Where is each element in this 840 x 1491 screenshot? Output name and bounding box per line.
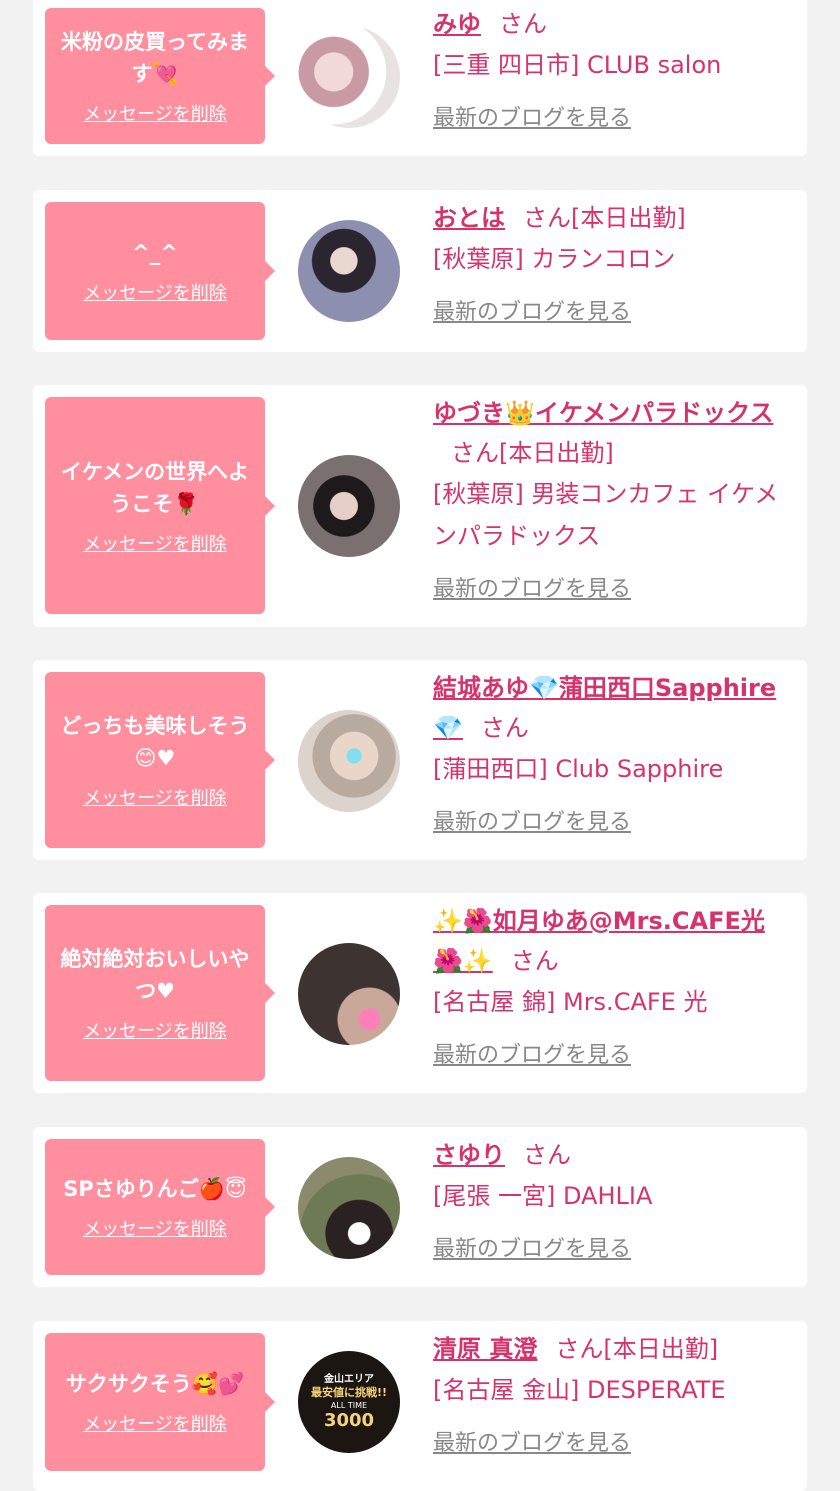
shop-label: [名古屋 錦] Mrs.CAFE 光 [433, 988, 708, 1016]
favorites-list: 米粉の皮買ってみます💘 メッセージを削除 みゆ さん [三重 四日市] CLUB … [0, 0, 840, 1491]
blog-link[interactable]: 最新のブログを見る [433, 1037, 631, 1069]
message-text: イケメンの世界へようこそ🌹 [60, 459, 250, 516]
shop-label: [秋葉原] 男装コンカフェ イケメンパラドックス [433, 480, 779, 550]
avatar[interactable] [298, 26, 400, 128]
honorific: さん [480, 714, 529, 742]
blog-link[interactable]: 最新のブログを見る [433, 1231, 631, 1263]
delete-message-link[interactable]: メッセージを削除 [83, 784, 227, 810]
message-text: 米粉の皮買ってみます💘 [61, 30, 249, 86]
avatar-banner-line: 金山エリア [324, 1374, 374, 1385]
list-item: 米粉の皮買ってみます💘 メッセージを削除 みゆ さん [三重 四日市] CLUB … [33, 0, 807, 156]
avatar[interactable] [298, 943, 400, 1045]
blog-link[interactable]: 最新のブログを見る [433, 804, 631, 836]
list-item: サクサクそう🥰💕 メッセージを削除 金山エリア 最安値に挑戦!! ALL TIM… [33, 1321, 807, 1491]
cast-name-link[interactable]: 清原 真澄 [433, 1335, 537, 1363]
status-badge: [本日出勤] [603, 1335, 719, 1363]
cast-info: 清原 真澄 さん[本日出勤] [名古屋 金山] DESPERATE 最新のブログを… [433, 1329, 789, 1457]
list-item: SPさゆりんご🍎😇 メッセージを削除 さゆり さん [尾張 一宮] DAHLIA … [33, 1127, 807, 1287]
shop-label: [尾張 一宮] DAHLIA [433, 1182, 653, 1210]
list-item: どっちも美味しそう😊♥ メッセージを削除 結城あゆ💎蒲田西口Sapphire💎 さ… [33, 660, 807, 860]
cast-name-link[interactable]: ゆづき👑イケメンパラドックス [433, 399, 773, 427]
message-text: SPさゆりんご🍎😇 [63, 1177, 247, 1201]
honorific: さん [523, 204, 571, 232]
list-item: イケメンの世界へようこそ🌹 メッセージを削除 ゆづき👑イケメンパラドックスさん[… [33, 385, 807, 627]
cast-name-link[interactable]: ✨🌺如月ゆあ@Mrs.CAFE光🌺✨ [433, 907, 765, 975]
delete-message-link[interactable]: メッセージを削除 [83, 530, 227, 556]
blog-link[interactable]: 最新のブログを見る [433, 100, 631, 132]
blog-link[interactable]: 最新のブログを見る [433, 294, 631, 326]
cast-info: 結城あゆ💎蒲田西口Sapphire💎 さん [蒲田西口] Club Sapphir… [433, 668, 789, 836]
message-text: どっちも美味しそう😊♥ [60, 714, 250, 770]
message-bubble: どっちも美味しそう😊♥ メッセージを削除 [45, 672, 275, 848]
shop-label: [秋葉原] カランコロン [433, 245, 676, 273]
avatar[interactable] [298, 220, 400, 322]
shop-label: [蒲田西口] Club Sapphire [433, 755, 724, 783]
delete-message-link[interactable]: メッセージを削除 [83, 1215, 227, 1241]
honorific: さん [523, 1141, 571, 1169]
message-bubble: イケメンの世界へようこそ🌹 メッセージを削除 [45, 397, 275, 614]
message-bubble: 絶対絶対おいしいやつ♥ メッセージを削除 [45, 905, 275, 1081]
avatar[interactable] [298, 1157, 400, 1259]
cast-name-link[interactable]: さゆり [433, 1141, 505, 1169]
list-item: ^_^ メッセージを削除 おとは さん[本日出勤] [秋葉原] カランコロン 最新… [33, 190, 807, 352]
honorific: さん [510, 947, 559, 975]
delete-message-link[interactable]: メッセージを削除 [83, 100, 227, 126]
cast-info: ✨🌺如月ゆあ@Mrs.CAFE光🌺✨ さん [名古屋 錦] Mrs.CAFE 光 … [433, 901, 789, 1069]
honorific: さん [499, 10, 547, 38]
shop-label: [名古屋 金山] DESPERATE [433, 1376, 726, 1404]
list-item: 絶対絶対おいしいやつ♥ メッセージを削除 ✨🌺如月ゆあ@Mrs.CAFE光🌺✨ さ… [33, 893, 807, 1093]
cast-info: みゆ さん [三重 四日市] CLUB salon 最新のブログを見る [433, 4, 789, 132]
message-bubble: サクサクそう🥰💕 メッセージを削除 [45, 1333, 275, 1471]
delete-message-link[interactable]: メッセージを削除 [83, 279, 227, 305]
blog-link[interactable]: 最新のブログを見る [433, 1425, 631, 1457]
cast-info: ゆづき👑イケメンパラドックスさん[本日出勤] [秋葉原] 男装コンカフェ イケメ… [433, 393, 789, 603]
message-bubble: ^_^ メッセージを削除 [45, 202, 275, 340]
avatar-banner-line: 3000 [323, 1410, 375, 1431]
delete-message-link[interactable]: メッセージを削除 [83, 1017, 227, 1043]
cast-name-link[interactable]: おとは [433, 204, 505, 232]
message-text: 絶対絶対おいしいやつ♥ [60, 947, 250, 1003]
cast-name-link[interactable]: みゆ [433, 10, 481, 38]
honorific: さん [451, 439, 499, 467]
message-text: サクサクそう🥰💕 [65, 1372, 245, 1396]
avatar[interactable] [298, 710, 400, 812]
avatar-banner-line: 最安値に挑戦!! [310, 1386, 388, 1399]
message-text: ^_^ [132, 241, 178, 265]
avatar[interactable] [298, 455, 400, 557]
honorific: さん [555, 1335, 604, 1363]
avatar[interactable]: 金山エリア 最安値に挑戦!! ALL TIME 3000 [298, 1351, 400, 1453]
blog-link[interactable]: 最新のブログを見る [433, 571, 631, 603]
message-bubble: SPさゆりんご🍎😇 メッセージを削除 [45, 1139, 275, 1275]
cast-info: さゆり さん [尾張 一宮] DAHLIA 最新のブログを見る [433, 1135, 789, 1263]
shop-label: [三重 四日市] CLUB salon [433, 51, 722, 79]
cast-info: おとは さん[本日出勤] [秋葉原] カランコロン 最新のブログを見る [433, 198, 789, 326]
message-bubble: 米粉の皮買ってみます💘 メッセージを削除 [45, 8, 275, 144]
status-badge: [本日出勤] [571, 204, 686, 232]
status-badge: [本日出勤] [499, 439, 614, 467]
delete-message-link[interactable]: メッセージを削除 [83, 1410, 227, 1436]
